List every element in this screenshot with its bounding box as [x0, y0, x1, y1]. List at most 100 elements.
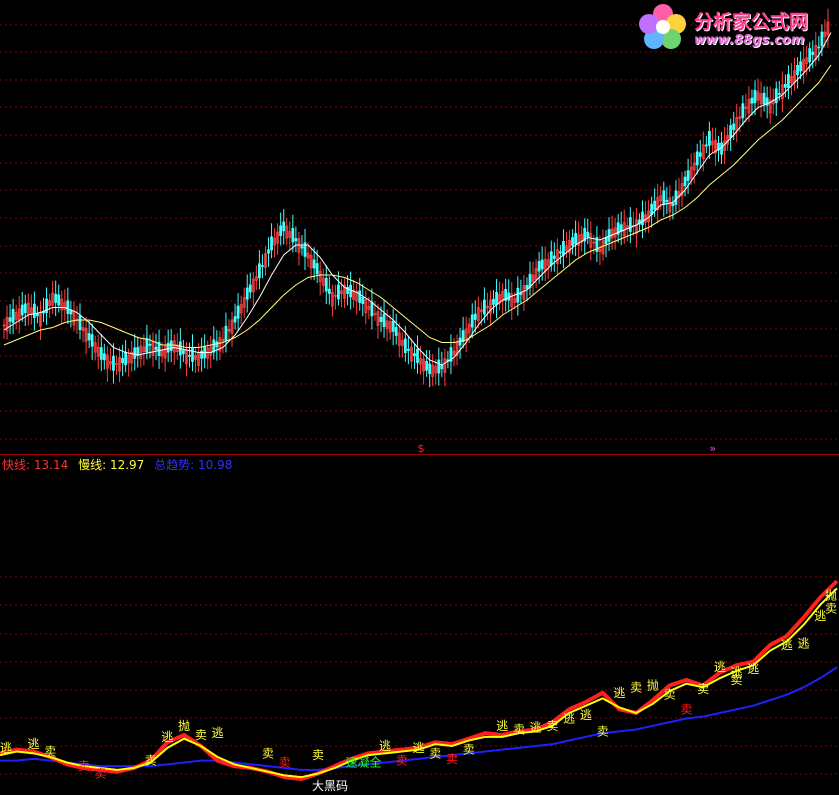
- candle-body: [650, 203, 654, 215]
- signal-label: 逃: [379, 739, 391, 753]
- signal-label: 卖: [513, 723, 525, 737]
- signal-label: 卖: [429, 746, 441, 760]
- signal-label: 逃: [563, 712, 575, 726]
- candle-body: [704, 144, 708, 147]
- signal-label: 卖: [94, 767, 106, 781]
- signal-label: 逃: [781, 638, 793, 652]
- signal-label: 大黑码: [312, 779, 348, 793]
- candle-body: [57, 294, 61, 306]
- signal-label: 逃: [27, 737, 39, 751]
- candle-body: [337, 284, 340, 300]
- candle-body: [552, 255, 556, 259]
- candle-body: [181, 350, 185, 355]
- candle-body: [188, 354, 191, 357]
- candle-body: [191, 347, 194, 362]
- candle-body: [537, 261, 541, 272]
- signal-label: 卖: [279, 756, 291, 770]
- candle-body: [777, 93, 781, 95]
- indicator-legend: 快线: 13.14 慢线: 12.97 总趋势: 10.98: [2, 456, 232, 473]
- flower-logo-icon: [639, 4, 686, 49]
- candle-body: [136, 347, 140, 356]
- candle-body: [236, 305, 240, 319]
- candle-body: [437, 359, 441, 374]
- candle-body: [470, 314, 474, 328]
- candle-body: [11, 308, 15, 323]
- fast-line-value: 13.14: [33, 458, 69, 472]
- candle-body: [267, 249, 270, 254]
- candle-body: [720, 142, 723, 155]
- candle-body: [379, 316, 383, 323]
- candle-body: [732, 123, 736, 130]
- signal-label: 逃: [580, 708, 592, 722]
- candle-body: [361, 296, 365, 304]
- candle-body: [641, 211, 644, 226]
- candle-body: [294, 238, 298, 242]
- signal-label: 逃: [714, 660, 726, 674]
- candle-body: [20, 304, 24, 316]
- signal-label: 卖: [145, 754, 157, 768]
- candle-body: [440, 364, 444, 370]
- candle-body: [607, 229, 611, 242]
- signal-label: 卖: [664, 688, 676, 702]
- candle-body: [762, 92, 766, 105]
- candle-body: [279, 225, 283, 236]
- candlestick-series: [2, 8, 830, 388]
- candle-body: [628, 217, 632, 232]
- slow-line-value: 12.97: [109, 458, 145, 472]
- trend-line-label: 总趋势:: [154, 458, 195, 472]
- signal-label: 逃: [530, 721, 542, 735]
- signal-label: 卖: [680, 702, 692, 716]
- candle-body: [729, 125, 733, 139]
- candle-body: [574, 233, 578, 245]
- candle-body: [112, 355, 115, 371]
- candle-body: [750, 97, 754, 104]
- signal-label: 逃: [413, 741, 425, 755]
- signal-label: 抛: [178, 718, 190, 733]
- signal-label: 卖: [44, 745, 56, 759]
- candle-body: [54, 293, 58, 303]
- candle-body: [416, 348, 419, 363]
- ma-fast-line: [3, 32, 832, 366]
- main-panel-grid: [0, 24, 839, 440]
- candle-body: [559, 251, 562, 254]
- candle-body: [133, 347, 137, 359]
- candle-body: [562, 241, 565, 256]
- candle-body: [391, 320, 395, 332]
- candle-body: [90, 334, 94, 347]
- candle-body: [662, 190, 666, 205]
- candle-body: [291, 228, 295, 243]
- candle-body: [312, 259, 316, 269]
- candle-body: [665, 199, 669, 203]
- signal-label: 逃: [798, 636, 810, 650]
- slow-line-label: 慢线:: [78, 458, 107, 472]
- candle-body: [169, 340, 173, 351]
- candle-body: [425, 360, 429, 371]
- candle-body: [549, 251, 553, 266]
- signal-label: 逃: [0, 741, 12, 755]
- candle-body: [245, 287, 249, 300]
- candle-body: [23, 303, 27, 314]
- signal-label: 卖: [262, 746, 274, 760]
- candle-body: [327, 288, 331, 294]
- candle-body: [66, 300, 70, 314]
- moving-average-lines: [3, 32, 832, 366]
- candle-body: [78, 315, 82, 331]
- candle-body: [525, 285, 529, 290]
- signal-label: 卖: [446, 752, 458, 766]
- candle-body: [540, 259, 544, 270]
- candle-body: [370, 301, 374, 317]
- candle-body: [516, 287, 520, 303]
- trend-line-value: 10.98: [198, 458, 233, 472]
- signal-label: 逃: [613, 686, 625, 700]
- candle-body: [403, 338, 407, 354]
- candle-body: [695, 151, 699, 166]
- candle-body: [233, 316, 237, 323]
- fast-line-label: 快线:: [2, 458, 31, 472]
- signal-label: 抛: [825, 588, 837, 603]
- candle-body: [686, 170, 690, 181]
- candle-body: [787, 73, 790, 88]
- candle-body: [473, 313, 477, 320]
- candle-body: [394, 327, 398, 336]
- chart-canvas: $» 逃卖逃卖卖卖逃抛卖 逃卖卖卖大黑码逃速凝全 卖逃卖卖卖逃卖逃卖逃 逃卖逃卖抛卖卖…: [0, 8, 839, 793]
- candle-body: [33, 303, 36, 318]
